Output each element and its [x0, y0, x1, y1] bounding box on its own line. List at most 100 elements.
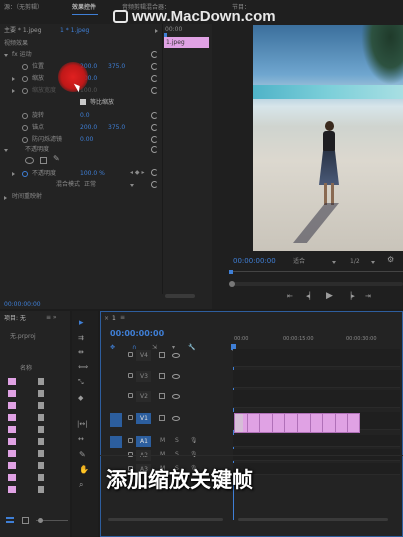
fit-chevron-icon[interactable]	[332, 261, 336, 264]
track-eye-icon[interactable]	[172, 374, 180, 379]
track-mic-icon[interactable]: 🎙	[190, 438, 198, 444]
track-eye-icon[interactable]	[172, 416, 180, 421]
rotation-value-1[interactable]: 0.0	[80, 113, 90, 119]
program-timecode[interactable]: 00:00:00:00	[233, 258, 276, 265]
track-lock-icon[interactable]	[128, 438, 133, 443]
scale-reset-icon[interactable]	[151, 75, 158, 82]
position-stopwatch-icon[interactable]	[22, 64, 28, 70]
project-list-item[interactable]	[2, 449, 68, 459]
track-sync-icon[interactable]	[159, 393, 165, 399]
frame-forward-icon[interactable]: ▕▸	[346, 293, 355, 300]
track-lock-icon[interactable]	[128, 352, 133, 357]
track-name[interactable]: V4	[140, 353, 148, 359]
program-fit-select[interactable]: 适合	[293, 259, 305, 265]
scale-width-expand-icon[interactable]	[12, 89, 15, 93]
rotation-reset-icon[interactable]	[151, 112, 158, 119]
motion-expand-icon[interactable]	[4, 54, 8, 57]
uniform-scale-checkbox[interactable]	[80, 99, 86, 105]
project-list-item[interactable]	[2, 401, 68, 411]
project-menu-icon[interactable]: ≡ »	[46, 315, 57, 321]
selection-tool-icon[interactable]: ▸	[79, 319, 84, 328]
sequence-clip-label[interactable]: 1 * 1.jpeg	[60, 28, 89, 34]
play-icon[interactable]: ▶	[326, 292, 333, 301]
rolling-edit-tool-icon[interactable]: ⟺	[78, 364, 88, 371]
track-eye-icon[interactable]	[172, 353, 180, 358]
opacity-reset-icon[interactable]	[151, 146, 158, 153]
opacity-value[interactable]: 100.0 %	[80, 171, 105, 177]
project-name-header[interactable]: 名称	[20, 366, 32, 372]
wrench-icon[interactable]: 🔧	[188, 345, 195, 351]
timeline-close-icon[interactable]: ×	[104, 316, 109, 322]
opacity-value-reset-icon[interactable]	[151, 169, 158, 176]
project-list-view-icon[interactable]	[6, 517, 14, 523]
program-scrubber[interactable]	[230, 271, 403, 272]
track-lock-icon[interactable]	[128, 393, 133, 398]
add-marker-icon[interactable]: ⇲	[152, 345, 157, 351]
step-forward-icon[interactable]: ⇥	[365, 293, 371, 300]
opacity-stopwatch-icon[interactable]	[22, 171, 28, 177]
rect-mask-icon[interactable]	[40, 157, 47, 164]
opacity-section-label[interactable]: 不透明度	[25, 147, 49, 153]
project-list-item[interactable]	[2, 461, 68, 471]
source-patch-v1[interactable]	[110, 413, 122, 427]
tab-effect-controls[interactable]: 效果控件	[72, 5, 96, 11]
frame-back-icon[interactable]: ◂▏	[306, 293, 315, 300]
track-sync-icon[interactable]	[159, 415, 165, 421]
time-remap-expand-icon[interactable]	[4, 196, 7, 200]
anchor-point-stopwatch-icon[interactable]	[22, 125, 28, 131]
anti-flicker-value-1[interactable]: 0.00	[80, 137, 93, 143]
pen-mask-icon[interactable]: ✎	[53, 155, 60, 163]
track-name[interactable]: A1	[140, 439, 148, 445]
program-resolution-select[interactable]: 1/2	[350, 259, 360, 265]
anchor-point-reset-icon[interactable]	[151, 124, 158, 131]
project-icon-view-icon[interactable]	[22, 517, 29, 524]
rate-stretch-tool-icon[interactable]: ⤡	[78, 379, 84, 386]
timeline-sequence-tab[interactable]: 1	[112, 316, 116, 322]
track-name[interactable]: A2	[140, 453, 148, 459]
scale-expand-icon[interactable]	[12, 77, 15, 81]
ec-scrollbar[interactable]	[165, 294, 195, 298]
ec-bottom-timecode[interactable]: 00:00:00:00	[4, 302, 41, 308]
timeline-menu-icon[interactable]: ≡	[120, 315, 125, 321]
project-list-item[interactable]	[2, 425, 68, 435]
track-select-tool-icon[interactable]: ⇉	[78, 335, 84, 342]
resolution-chevron-icon[interactable]	[371, 261, 375, 264]
source-patch-a1[interactable]	[110, 436, 122, 448]
position-value-2[interactable]: 375.0	[108, 64, 125, 70]
track-mute-icon[interactable]: M	[160, 438, 165, 444]
master-clip-label[interactable]: 主要 * 1.jpeg	[4, 28, 42, 34]
anchor-point-value-2[interactable]: 375.0	[108, 125, 125, 131]
snap-icon[interactable]: ✥	[110, 345, 115, 351]
project-list-item[interactable]	[2, 413, 68, 423]
step-back-icon[interactable]: ⇤	[287, 293, 293, 300]
opacity-keyframe-nav-icon[interactable]: ◂ ◆ ▸	[130, 170, 144, 176]
scale-width-stopwatch-icon[interactable]	[22, 88, 28, 94]
slide-tool-icon[interactable]: ↔	[78, 436, 84, 443]
motion-label[interactable]: fx 运动	[12, 52, 32, 58]
project-zoom-handle[interactable]	[38, 518, 43, 523]
project-list-item[interactable]	[2, 473, 68, 483]
project-list-item[interactable]	[2, 437, 68, 447]
track-name[interactable]: V2	[140, 394, 148, 400]
project-list-item[interactable]	[2, 389, 68, 399]
motion-reset-icon[interactable]	[151, 51, 158, 58]
blend-mode-chevron-icon[interactable]	[130, 184, 134, 187]
project-list-item[interactable]	[2, 485, 68, 495]
project-search[interactable]: 无.prproj	[10, 334, 36, 340]
tab-source[interactable]: 源：（无剪辑）	[4, 5, 43, 11]
scale-width-value-1[interactable]: 100.0	[80, 88, 97, 94]
timeline-timecode[interactable]: 00:00:00:00	[110, 330, 164, 338]
project-title[interactable]: 项目: 无	[4, 316, 26, 322]
track-name[interactable]: V3	[140, 374, 148, 380]
track-solo-icon[interactable]: S	[175, 438, 179, 444]
hand-tool-icon[interactable]: ✋	[79, 466, 89, 474]
project-list-item[interactable]	[2, 377, 68, 387]
position-reset-icon[interactable]	[151, 63, 158, 70]
track-lock-icon[interactable]	[128, 373, 133, 378]
slip-tool-icon[interactable]: |↔|	[77, 421, 88, 428]
marker-icon[interactable]: ▾	[172, 345, 175, 351]
track-eye-icon[interactable]	[172, 394, 180, 399]
anti-flicker-stopwatch-icon[interactable]	[22, 137, 28, 143]
ripple-edit-tool-icon[interactable]: ⇹	[78, 349, 84, 356]
anti-flicker-reset-icon[interactable]	[151, 136, 158, 143]
